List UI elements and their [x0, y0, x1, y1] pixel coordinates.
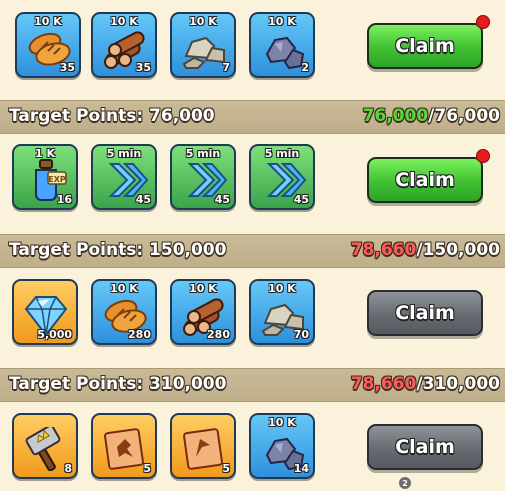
points-progress: 78,660/150,000 [351, 240, 500, 260]
item-quantity: 5 [143, 462, 151, 475]
progress-current: 78,660 [350, 374, 417, 394]
item-amount: 10 K [110, 15, 138, 28]
reward-item[interactable]: 10 K 280 [170, 279, 236, 345]
item-amount: 10 K [268, 15, 296, 28]
claim-button-disabled[interactable]: Claim [367, 290, 483, 336]
progress-goal: 310,000 [422, 374, 500, 394]
tier-header: Target Points: 150,000 78,660/150,000 [0, 234, 505, 268]
target-points-title: Target Points: 310,000 [9, 374, 227, 394]
reward-item[interactable]: 8 [12, 413, 78, 479]
target-points-title: Target Points: 150,000 [9, 240, 227, 260]
item-quantity: 35 [59, 61, 75, 74]
reward-tier-2: 1 K 16 5 min 45 5 min 45 5 min 45 Claim [0, 134, 505, 234]
reward-item[interactable]: 5 [170, 413, 236, 479]
notification-dot [476, 15, 490, 29]
reward-item[interactable]: 1 K 16 [12, 144, 78, 210]
item-quantity: 280 [207, 328, 230, 341]
map-scroll-icon [180, 427, 228, 471]
item-quantity: 5,000 [37, 328, 72, 341]
item-quantity: 16 [56, 193, 72, 206]
reward-item[interactable]: 5 min 45 [249, 144, 315, 210]
reward-tier-3: 5,000 10 K 280 10 K 280 10 K 70 Claim [0, 268, 505, 368]
reward-tier-1: 10 K 35 10 K 35 10 K 7 10 K 2 Claim [0, 0, 505, 100]
reward-item[interactable]: 5 min 45 [91, 144, 157, 210]
reward-item[interactable]: 10 K 280 [91, 279, 157, 345]
item-quantity: 45 [214, 193, 230, 206]
item-quantity: 2 [301, 61, 309, 74]
item-amount: 10 K [268, 282, 296, 295]
reward-tier-4: 8 5 5 10 K 14 Claim [0, 402, 505, 491]
item-amount: 10 K [189, 15, 217, 28]
item-quantity: 7 [222, 61, 230, 74]
item-quantity: 8 [64, 462, 72, 475]
item-amount: 10 K [268, 416, 296, 429]
progress-goal: 150,000 [422, 240, 500, 260]
golden-hammer-icon [22, 427, 70, 471]
claim-button[interactable]: Claim [367, 23, 483, 69]
claim-button-disabled[interactable]: Claim [367, 424, 483, 470]
item-quantity: 35 [135, 61, 151, 74]
item-quantity: 14 [293, 462, 309, 475]
progress-current: 78,660 [350, 240, 417, 260]
item-quantity: 280 [128, 328, 151, 341]
tier-header: Target Points: 310,000 78,660/310,000 [0, 368, 505, 402]
item-amount: 5 min [106, 147, 142, 160]
item-quantity: 5 [222, 462, 230, 475]
points-progress: 78,660/310,000 [351, 374, 500, 394]
reward-item[interactable]: 10 K 7 [170, 12, 236, 78]
stone-icon [180, 26, 228, 70]
reward-item[interactable]: 10 K 2 [249, 12, 315, 78]
item-amount: 5 min [185, 147, 221, 160]
item-amount: 10 K [189, 282, 217, 295]
target-points-title: Target Points: 76,000 [9, 106, 215, 126]
item-amount: 10 K [34, 15, 62, 28]
blueprint-scroll-icon [101, 427, 149, 471]
reward-item[interactable]: 10 K 35 [91, 12, 157, 78]
progress-goal: 76,000 [434, 106, 500, 126]
points-progress: 76,000/76,000 [363, 106, 500, 126]
item-quantity: 45 [135, 193, 151, 206]
item-amount: 1 K [34, 147, 55, 160]
reward-item[interactable]: 10 K 35 [15, 12, 81, 78]
tier-header: Target Points: 76,000 76,000/76,000 [0, 100, 505, 134]
reward-item[interactable]: 5 min 45 [170, 144, 236, 210]
reward-item[interactable]: 10 K 70 [249, 279, 315, 345]
item-amount: 5 min [264, 147, 300, 160]
item-amount: 10 K [110, 282, 138, 295]
page-indicator-badge: 2 [399, 477, 411, 489]
progress-current: 76,000 [362, 106, 429, 126]
iron-ore-icon [259, 26, 307, 70]
notification-dot [476, 149, 490, 163]
reward-item[interactable]: 5 [91, 413, 157, 479]
item-quantity: 70 [293, 328, 309, 341]
reward-item[interactable]: 5,000 [12, 279, 78, 345]
claim-button[interactable]: Claim [367, 157, 483, 203]
item-quantity: 45 [293, 193, 309, 206]
reward-item[interactable]: 10 K 14 [249, 413, 315, 479]
